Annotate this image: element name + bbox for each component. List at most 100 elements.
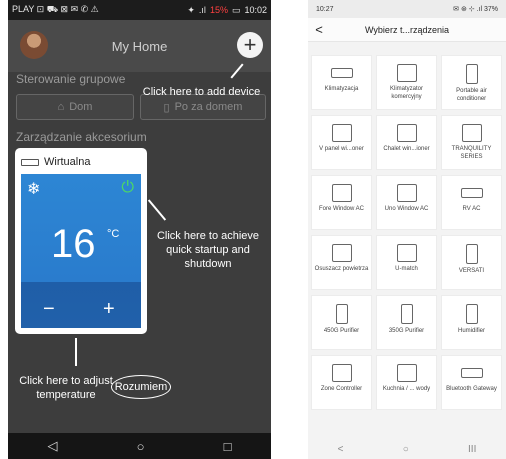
device-card[interactable]: Wirtualna ❄ ⏻ 16 °C − + — [17, 150, 145, 332]
commercial-ac-icon — [396, 64, 417, 82]
increase-temp-button[interactable]: + — [103, 298, 115, 321]
status-bar-right: 10:27 ✉ ⊛ ⊹ .ıl 37% — [308, 0, 506, 18]
device-tile[interactable]: TRANQUILITY SERIES — [441, 115, 502, 170]
temperature-unit: °C — [107, 228, 120, 240]
accessories-title: Zarządzanie akcesorium — [16, 130, 147, 144]
device-tile-label: Zone Controller — [320, 386, 363, 392]
hint-quick-start: Click here to achieve quick startup and … — [156, 230, 260, 270]
device-tile-label: Fore Window AC — [318, 206, 364, 212]
device-tile[interactable]: Fore Window AC — [311, 175, 372, 230]
gateway-icon — [460, 368, 483, 378]
device-tile[interactable]: Zone Controller — [311, 355, 372, 410]
device-tile[interactable]: VERSATI — [441, 235, 502, 290]
versati-icon — [465, 244, 478, 264]
device-tile-label: Klimatyzator komercyjny — [389, 86, 423, 100]
ac-control-panel: ❄ ⏻ 16 °C − + — [21, 174, 141, 328]
decrease-temp-button[interactable]: − — [43, 298, 55, 321]
device-tile[interactable]: Osuszacz powietrza — [311, 235, 372, 290]
avatar[interactable] — [20, 31, 48, 59]
device-type-title: Wybierz t...rządzenia — [365, 24, 449, 35]
device-tile-label: Osuszacz powietrza — [314, 266, 369, 272]
uno-window-icon — [396, 184, 417, 202]
hint-adjust-temp: Click here to adjust temperature — [19, 375, 113, 401]
device-card-header: Wirtualna — [21, 156, 90, 168]
ac-unit-icon — [21, 158, 39, 166]
nav-back-icon[interactable]: ◁ — [48, 438, 58, 454]
device-tile-label: Uno Window AC — [384, 206, 429, 212]
device-name: Wirtualna — [44, 156, 91, 168]
status-left-icons: PLAY ⊡ ⛟ ⊠ ✉ ✆ ⚠ — [12, 4, 99, 14]
kitchen-icon — [396, 364, 417, 382]
device-tile[interactable]: 350G Purifier — [376, 295, 437, 350]
app-header: My Home + — [8, 20, 271, 72]
door-icon: ▯ — [163, 101, 170, 114]
device-tile[interactable]: 450G Purifier — [311, 295, 372, 350]
ac-wall-icon — [330, 68, 353, 78]
arrow-quick-start — [147, 199, 167, 221]
device-tile-label: 350G Purifier — [388, 328, 425, 334]
fore-window-icon — [331, 184, 352, 202]
wifi-icon: ✦ — [187, 4, 195, 15]
device-tile-label: Portable air conditioner — [456, 88, 487, 102]
device-tile-label: TRANQUILITY SERIES — [451, 146, 492, 160]
battery-percent: 15% — [209, 5, 228, 15]
device-tile[interactable]: Uno Window AC — [376, 175, 437, 230]
device-tile-label: V panel wi...oner — [319, 146, 364, 152]
navigation-bar: ◁ ○ □ — [8, 433, 271, 459]
device-tile[interactable]: V panel wi...oner — [311, 115, 372, 170]
hint-add-device: Click here to add device — [142, 86, 261, 98]
nav-home-icon-right[interactable]: ○ — [403, 444, 409, 455]
home-mode-button[interactable]: ⌂ Dom — [16, 94, 134, 120]
device-tile[interactable]: Humidifier — [441, 295, 502, 350]
device-tile[interactable]: Bluetooth Gateway — [441, 355, 502, 410]
add-device-button[interactable]: + — [237, 32, 263, 58]
left-phone-screen: PLAY ⊡ ⛟ ⊠ ✉ ✆ ⚠ ✦ .ıl 15% ▭ 10:02 My Ho… — [8, 0, 271, 459]
battery-icon: ▭ — [231, 4, 241, 15]
screenshot-root: PLAY ⊡ ⛟ ⊠ ✉ ✆ ⚠ ✦ .ıl 15% ▭ 10:02 My Ho… — [0, 0, 506, 459]
status-icons-right: ✉ ⊛ ⊹ .ıl 37% — [453, 6, 498, 13]
home-icon: ⌂ — [57, 101, 65, 113]
device-tile[interactable]: Kuchnia / ... wody — [376, 355, 437, 410]
zone-controller-icon — [331, 364, 352, 382]
device-tile-label: Humidifier — [457, 328, 485, 334]
back-arrow-icon[interactable]: < — [308, 22, 330, 37]
signal-icon: .ıl — [198, 5, 206, 15]
navigation-bar-right: < ○ III — [308, 439, 506, 459]
nav-recent-icon[interactable]: □ — [224, 439, 232, 454]
device-tile-label: Kuchnia / ... wody — [382, 386, 431, 392]
status-time-right: 10:27 — [316, 5, 334, 13]
device-tile[interactable]: U-match — [376, 235, 437, 290]
away-mode-label: Po za domem — [174, 101, 243, 113]
group-control-title: Sterowanie grupowe — [16, 72, 126, 86]
device-type-header: < Wybierz t...rządzenia — [308, 18, 506, 42]
dehumidifier-icon — [331, 244, 352, 262]
device-tile[interactable]: RV AC — [441, 175, 502, 230]
power-icon[interactable]: ⏻ — [121, 179, 134, 197]
humidifier-icon — [465, 304, 478, 324]
device-tile[interactable]: Chalet win...ioner — [376, 115, 437, 170]
home-mode-label: Dom — [69, 101, 93, 113]
umatch-icon — [396, 244, 417, 262]
status-right: ✦ .ıl 15% ▭ 10:02 — [187, 5, 267, 16]
device-tile-label: U-match — [395, 266, 418, 272]
device-tile-label: 450G Purifier — [323, 328, 360, 334]
device-tile[interactable]: Portable air conditioner — [441, 55, 502, 110]
device-tile-label: RV AC — [462, 206, 481, 212]
device-tile-label: Bluetooth Gateway — [446, 386, 497, 392]
arrow-adjust-temp — [75, 338, 77, 366]
home-title[interactable]: My Home — [112, 39, 168, 54]
got-it-button[interactable]: Rozumiem — [111, 375, 171, 399]
nav-back-icon-right[interactable]: < — [338, 444, 344, 455]
device-tile[interactable]: Klimatyzator komercyjny — [376, 55, 437, 110]
tranquility-icon — [461, 124, 482, 142]
rv-ac-icon — [460, 188, 483, 198]
nav-recent-icon-right[interactable]: III — [468, 444, 476, 455]
device-type-grid: Klimatyzacja Klimatyzator komercyjny Porta… — [311, 55, 506, 410]
temperature-value: 16 — [51, 222, 96, 266]
status-bar: PLAY ⊡ ⛟ ⊠ ✉ ✆ ⚠ ✦ .ıl 15% ▭ 10:02 — [8, 0, 271, 20]
nav-home-icon[interactable]: ○ — [137, 439, 145, 454]
device-tile[interactable]: Klimatyzacja — [311, 55, 372, 110]
v-panel-icon — [331, 124, 352, 142]
snowflake-icon[interactable]: ❄ — [27, 179, 40, 199]
status-time: 10:02 — [244, 5, 267, 15]
